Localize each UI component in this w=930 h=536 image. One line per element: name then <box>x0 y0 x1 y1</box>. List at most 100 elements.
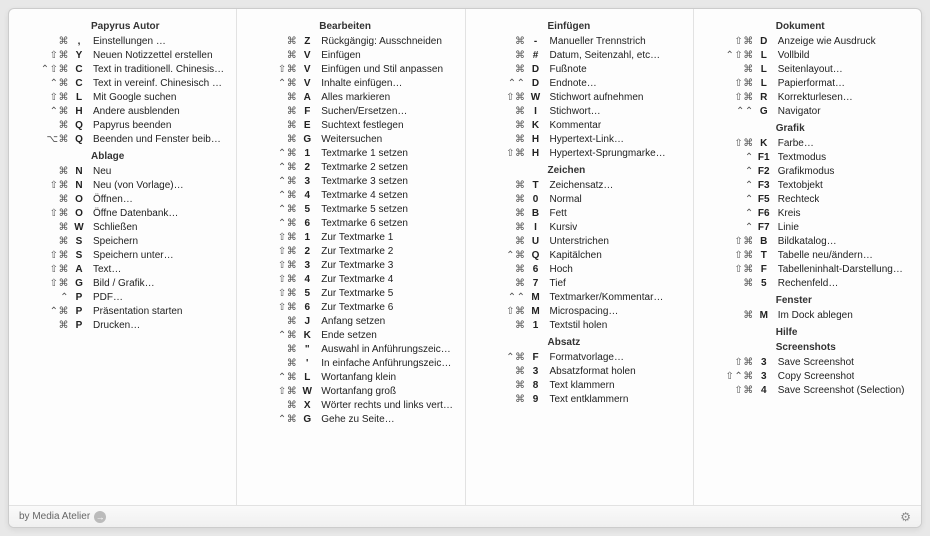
gear-icon[interactable]: ⚙ <box>900 510 911 524</box>
shortcut-row[interactable]: ⌘KKommentar <box>470 119 683 133</box>
shortcut-row[interactable]: ⇧⌘HHypertext-Sprungmarke… <box>470 147 683 161</box>
shortcut-row[interactable]: ⌘PDrucken… <box>13 319 226 333</box>
shortcut-row[interactable]: ⇧⌘MMicrospacing… <box>470 305 683 319</box>
shortcut-row[interactable]: ⇧⌘DAnzeige wie Ausdruck <box>698 35 911 49</box>
shortcut-row[interactable]: ⌘WSchließen <box>13 221 226 235</box>
shortcut-row[interactable]: ⌘FSuchen/Ersetzen… <box>241 105 454 119</box>
shortcut-label: Präsentation starten <box>89 305 183 319</box>
shortcut-row[interactable]: ⇧⌃⌘3Copy Screenshot <box>698 370 911 384</box>
shortcut-row[interactable]: ⇧⌘NNeu (von Vorlage)… <box>13 179 226 193</box>
shortcut-row[interactable]: ⌘MIm Dock ablegen <box>698 309 911 323</box>
shortcut-row[interactable]: ⌃⌘3Textmarke 3 setzen <box>241 175 454 189</box>
shortcut-row[interactable]: ⌘TZeichensatz… <box>470 179 683 193</box>
shortcut-row[interactable]: ⌘1Textstil holen <box>470 319 683 333</box>
shortcut-row[interactable]: ⌘AAlles markieren <box>241 91 454 105</box>
shortcut-row[interactable]: ⇧⌘SSpeichern unter… <box>13 249 226 263</box>
shortcut-row[interactable]: ⌘VEinfügen <box>241 49 454 63</box>
shortcut-row[interactable]: ⌘DFußnote <box>470 63 683 77</box>
shortcut-row[interactable]: ⌃F5Rechteck <box>698 193 911 207</box>
shortcut-label: Einstellungen … <box>89 35 166 49</box>
shortcut-row[interactable]: ⌃⌘HAndere ausblenden <box>13 105 226 119</box>
shortcut-row[interactable]: ⌘UUnterstrichen <box>470 235 683 249</box>
shortcut-row[interactable]: ⇧⌘VEinfügen und Stil anpassen <box>241 63 454 77</box>
shortcut-row[interactable]: ⌘#Datum, Seitenzahl, etc… <box>470 49 683 63</box>
shortcut-row[interactable]: ⌃⌘LWortanfang klein <box>241 371 454 385</box>
arrow-right-icon[interactable]: → <box>94 511 106 523</box>
shortcut-row[interactable]: ⇧⌘3Zur Textmarke 3 <box>241 259 454 273</box>
shortcut-row[interactable]: ⌃⌘PPräsentation starten <box>13 305 226 319</box>
shortcut-row[interactable]: ⌘7Tief <box>470 277 683 291</box>
shortcut-row[interactable]: ⌘5Rechenfeld… <box>698 277 911 291</box>
shortcut-key: 5 <box>297 287 317 301</box>
shortcut-row[interactable]: ⌃⌘CText in vereinf. Chinesisch konvertie… <box>13 77 226 91</box>
shortcut-row[interactable]: ⇧⌘OÖffne Datenbank… <box>13 207 226 221</box>
shortcut-row[interactable]: ⌃PPDF… <box>13 291 226 305</box>
shortcut-row[interactable]: ⇧⌘1Zur Textmarke 1 <box>241 231 454 245</box>
shortcut-row[interactable]: ⌃F6Kreis <box>698 207 911 221</box>
shortcut-row[interactable]: ⌃⌘4Textmarke 4 setzen <box>241 189 454 203</box>
shortcut-row[interactable]: ⇧⌘WWortanfang groß <box>241 385 454 399</box>
shortcut-row[interactable]: ⌃⌘5Textmarke 5 setzen <box>241 203 454 217</box>
shortcut-label: Endnote… <box>546 77 597 91</box>
shortcut-row[interactable]: ⇧⌘4Zur Textmarke 4 <box>241 273 454 287</box>
shortcut-row[interactable]: ⌘OÖffnen… <box>13 193 226 207</box>
shortcut-row[interactable]: ⌃⌘1Textmarke 1 setzen <box>241 147 454 161</box>
shortcut-row[interactable]: ⇧⌘LMit Google suchen <box>13 91 226 105</box>
shortcut-row[interactable]: ⌘"Auswahl in Anführungszeichen setzen <box>241 343 454 357</box>
shortcut-row[interactable]: ⇧⌘LPapierformat… <box>698 77 911 91</box>
shortcut-row[interactable]: ⌘GWeitersuchen <box>241 133 454 147</box>
shortcut-row[interactable]: ⇧⌘5Zur Textmarke 5 <box>241 287 454 301</box>
shortcut-row[interactable]: ⌘XWörter rechts und links vertauschen <box>241 399 454 413</box>
shortcut-row[interactable]: ⌃⇧⌘CText in traditionell. Chinesisch kon… <box>13 63 226 77</box>
shortcut-row[interactable]: ⇧⌘KFarbe… <box>698 137 911 151</box>
shortcut-row[interactable]: ⌃⌘VInhalte einfügen… <box>241 77 454 91</box>
shortcut-row[interactable]: ⇧⌘YNeuen Notizzettel erstellen <box>13 49 226 63</box>
shortcut-row[interactable]: ⌃⌘FFormatvorlage… <box>470 351 683 365</box>
shortcut-row[interactable]: ⇧⌘RKorrekturlesen… <box>698 91 911 105</box>
shortcut-row[interactable]: ⇧⌘2Zur Textmarke 2 <box>241 245 454 259</box>
shortcut-row[interactable]: ⌘QPapyrus beenden <box>13 119 226 133</box>
shortcut-row[interactable]: ⇧⌘BBildkatalog… <box>698 235 911 249</box>
shortcut-row[interactable]: ⇧⌘FTabelleninhalt-Darstellung… <box>698 263 911 277</box>
shortcut-row[interactable]: ⌃F1Textmodus <box>698 151 911 165</box>
shortcut-row[interactable]: ⌘-Manueller Trennstrich <box>470 35 683 49</box>
shortcut-row[interactable]: ⌃⌃MTextmarker/Kommentar… <box>470 291 683 305</box>
shortcut-row[interactable]: ⌘BFett <box>470 207 683 221</box>
shortcut-row[interactable]: ⌘LSeitenlayout… <box>698 63 911 77</box>
shortcut-row[interactable]: ⌘9Text entklammern <box>470 393 683 407</box>
shortcut-row[interactable]: ⌃⌘GGehe zu Seite… <box>241 413 454 427</box>
shortcut-row[interactable]: ⌘JAnfang setzen <box>241 315 454 329</box>
shortcut-row[interactable]: ⇧⌘GBild / Grafik… <box>13 277 226 291</box>
shortcut-modifiers: ⇧⌘ <box>13 249 69 263</box>
shortcut-row[interactable]: ⌘,Einstellungen … <box>13 35 226 49</box>
shortcut-row[interactable]: ⌃⇧⌘LVollbild <box>698 49 911 63</box>
shortcut-row[interactable]: ⇧⌘AText… <box>13 263 226 277</box>
shortcut-row[interactable]: ⌃⌘KEnde setzen <box>241 329 454 343</box>
shortcut-row[interactable]: ⌘IStichwort… <box>470 105 683 119</box>
shortcut-row[interactable]: ⌥⌘QBeenden und Fenster beibehalten <box>13 133 226 147</box>
shortcut-row[interactable]: ⌘6Hoch <box>470 263 683 277</box>
shortcut-row[interactable]: ⇧⌘3Save Screenshot <box>698 356 911 370</box>
shortcut-row[interactable]: ⌘3Absatzformat holen <box>470 365 683 379</box>
shortcut-row[interactable]: ⌘8Text klammern <box>470 379 683 393</box>
shortcut-row[interactable]: ⌃⌃GNavigator <box>698 105 911 119</box>
shortcut-row[interactable]: ⌃⌘QKapitälchen <box>470 249 683 263</box>
shortcut-row[interactable]: ⌘NNeu <box>13 165 226 179</box>
shortcut-row[interactable]: ⌃⌘2Textmarke 2 setzen <box>241 161 454 175</box>
shortcut-row[interactable]: ⌘SSpeichern <box>13 235 226 249</box>
shortcut-row[interactable]: ⌘'In einfache Anführungszeichen setzen <box>241 357 454 371</box>
shortcut-row[interactable]: ⌘HHypertext-Link… <box>470 133 683 147</box>
shortcut-row[interactable]: ⌃F2Grafikmodus <box>698 165 911 179</box>
shortcut-row[interactable]: ⇧⌘WStichwort aufnehmen <box>470 91 683 105</box>
shortcut-row[interactable]: ⌘0Normal <box>470 193 683 207</box>
shortcut-row[interactable]: ⌃⌘6Textmarke 6 setzen <box>241 217 454 231</box>
shortcut-row[interactable]: ⇧⌘TTabelle neu/ändern… <box>698 249 911 263</box>
shortcut-row[interactable]: ⌃F3Textobjekt <box>698 179 911 193</box>
shortcut-row[interactable]: ⌃F7Linie <box>698 221 911 235</box>
shortcut-row[interactable]: ⇧⌘6Zur Textmarke 6 <box>241 301 454 315</box>
shortcut-row[interactable]: ⌃⌃DEndnote… <box>470 77 683 91</box>
shortcut-row[interactable]: ⌘ESuchtext festlegen <box>241 119 454 133</box>
shortcut-row[interactable]: ⌘ZRückgängig: Ausschneiden <box>241 35 454 49</box>
shortcut-row[interactable]: ⌘IKursiv <box>470 221 683 235</box>
shortcut-row[interactable]: ⇧⌘4Save Screenshot (Selection) <box>698 384 911 398</box>
